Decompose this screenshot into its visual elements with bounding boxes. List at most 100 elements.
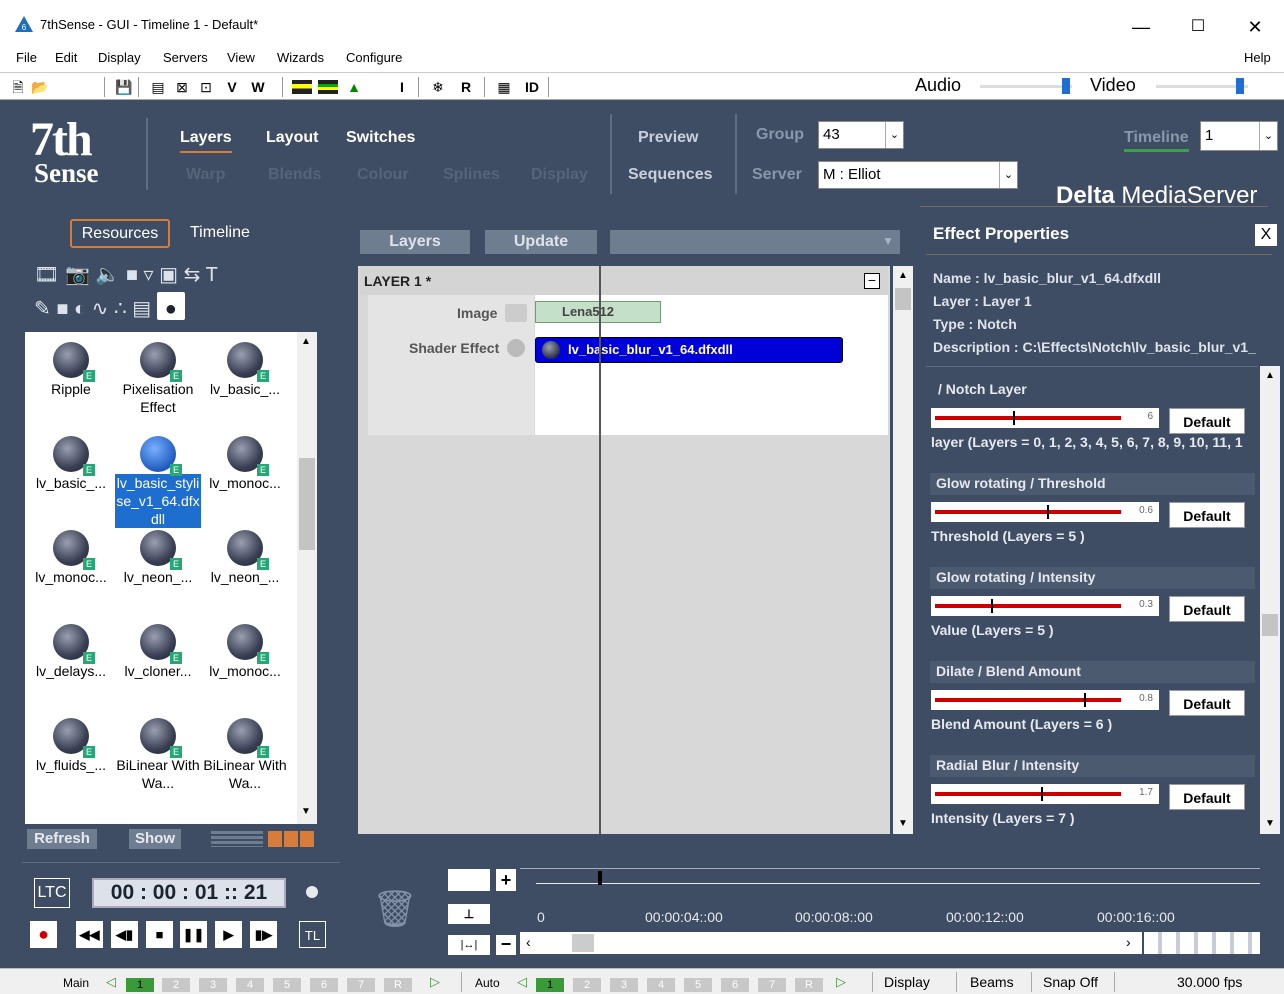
- main-page-4[interactable]: 4: [236, 978, 264, 992]
- resource-item[interactable]: lv_delays...: [28, 624, 114, 680]
- close-button[interactable]: ✕: [1232, 10, 1278, 44]
- menu-help[interactable]: Help: [1244, 50, 1271, 65]
- slider-thumb[interactable]: [1046, 505, 1049, 519]
- video-slider-thumb[interactable]: [1236, 78, 1244, 94]
- layer-select[interactable]: ▼: [610, 230, 900, 254]
- scroll-up-icon[interactable]: ▲: [898, 270, 908, 281]
- menu-file[interactable]: File: [16, 50, 37, 65]
- scroll-thumb[interactable]: [1262, 614, 1278, 636]
- camera-icon[interactable]: 📷: [65, 264, 90, 286]
- show-button[interactable]: Show: [129, 829, 181, 849]
- w-button[interactable]: W: [246, 77, 270, 97]
- main-page-7[interactable]: 7: [347, 978, 375, 992]
- main-page-1[interactable]: 1: [126, 978, 154, 992]
- close-panel-button[interactable]: X: [1255, 224, 1277, 246]
- table-icon[interactable]: ▦: [494, 77, 514, 97]
- group-select[interactable]: 43 ⌄: [818, 121, 904, 149]
- server-select[interactable]: M : Elliot ⌄: [818, 161, 1018, 189]
- resource-item[interactable]: lv_cloner...: [115, 624, 201, 680]
- scroll-up-icon[interactable]: ▲: [1265, 370, 1275, 381]
- slider-dilate-blend[interactable]: 0.8: [931, 690, 1159, 710]
- scroll-down-icon[interactable]: ▼: [1265, 818, 1275, 829]
- grid-icon[interactable]: ⊡: [196, 77, 216, 97]
- update-button[interactable]: Update: [485, 230, 597, 254]
- main-page-5[interactable]: 5: [273, 978, 301, 992]
- shape-icon[interactable]: ▿: [144, 264, 154, 286]
- resource-scrollbar[interactable]: ▲ ▼: [297, 332, 317, 824]
- list-view-icon[interactable]: [211, 831, 263, 847]
- scroll-thumb[interactable]: [572, 934, 594, 952]
- rewind-button[interactable]: ◀◀: [76, 921, 103, 948]
- auto-page-3[interactable]: 3: [610, 978, 638, 992]
- nav-colour[interactable]: Colour: [357, 166, 409, 184]
- resource-item[interactable]: lv_neon_...: [202, 530, 288, 586]
- square-icon[interactable]: ■: [56, 298, 68, 320]
- ltc-button[interactable]: LTC: [34, 878, 70, 908]
- snap-toggle[interactable]: Snap Off: [1043, 974, 1098, 990]
- levels-icon[interactable]: [292, 80, 312, 94]
- timeline-hscrollbar[interactable]: ‹ ›: [520, 932, 1142, 954]
- default-button[interactable]: Default: [1169, 784, 1245, 810]
- scroll-down-icon[interactable]: ▼: [301, 806, 311, 817]
- default-button[interactable]: Default: [1169, 690, 1245, 716]
- r-button[interactable]: R: [456, 77, 476, 97]
- beams-button[interactable]: Beams: [970, 974, 1014, 990]
- timeline-select[interactable]: 1 ⌄: [1200, 121, 1278, 151]
- slider-thumb[interactable]: [1013, 411, 1016, 425]
- menu-edit[interactable]: Edit: [55, 50, 77, 65]
- image-value[interactable]: Lena512: [535, 301, 661, 323]
- prev-page-icon[interactable]: ◁: [517, 974, 527, 990]
- v-button[interactable]: V: [222, 77, 242, 97]
- marker-icon[interactable]: ⊥: [448, 904, 490, 924]
- color-bars-icon[interactable]: [318, 80, 338, 94]
- default-button[interactable]: Default: [1169, 596, 1245, 622]
- scroll-down-icon[interactable]: ▼: [898, 818, 908, 829]
- histogram-icon[interactable]: ▲: [344, 77, 364, 97]
- nav-splines[interactable]: Splines: [443, 166, 500, 184]
- contrast-icon[interactable]: ◐: [74, 298, 86, 320]
- nav-preview[interactable]: Preview: [638, 129, 698, 147]
- play-button[interactable]: ▶: [215, 921, 242, 948]
- nav-switches[interactable]: Switches: [346, 129, 415, 147]
- menu-wizards[interactable]: Wizards: [277, 50, 324, 65]
- nav-display[interactable]: Display: [531, 166, 588, 184]
- auto-page-r[interactable]: R: [795, 978, 823, 992]
- properties-scrollbar[interactable]: ▲ ▼: [1260, 366, 1280, 834]
- grid-view-icon[interactable]: [268, 831, 316, 847]
- resource-item[interactable]: Pixelisation Effect: [115, 342, 201, 416]
- new-file-icon[interactable]: 🗎: [8, 77, 28, 97]
- resource-item[interactable]: lv_monoc...: [202, 624, 288, 680]
- resource-item[interactable]: BiLinear With Wa...: [115, 718, 201, 792]
- minimize-button[interactable]: —: [1118, 10, 1164, 44]
- auto-page-7[interactable]: 7: [758, 978, 786, 992]
- video-slider[interactable]: [1156, 78, 1248, 94]
- layers-button[interactable]: Layers: [360, 230, 470, 254]
- gradient-icon[interactable]: ■: [126, 264, 138, 286]
- text-icon[interactable]: T: [206, 264, 218, 286]
- auto-page-2[interactable]: 2: [573, 978, 601, 992]
- slider-glow-intensity[interactable]: 0.3: [931, 596, 1159, 616]
- resource-item[interactable]: lv_basic_...: [202, 342, 288, 398]
- nav-sequences[interactable]: Sequences: [628, 166, 712, 184]
- default-button[interactable]: Default: [1169, 502, 1245, 528]
- audio-slider[interactable]: [980, 78, 1072, 94]
- display-button[interactable]: Display: [884, 974, 930, 990]
- scroll-right-icon[interactable]: ›: [1126, 934, 1131, 950]
- trash-icon[interactable]: 🗑: [372, 888, 418, 930]
- shader-effect-value[interactable]: lv_basic_blur_v1_64.dfxdll: [535, 337, 843, 363]
- nav-warp[interactable]: Warp: [186, 166, 225, 184]
- menu-servers[interactable]: Servers: [163, 50, 208, 65]
- slider-radial-blur[interactable]: 1.7: [931, 784, 1159, 804]
- snowflake-icon[interactable]: ❄: [428, 77, 448, 97]
- menu-view[interactable]: View: [227, 50, 255, 65]
- prev-page-icon[interactable]: ◁: [106, 974, 116, 990]
- save-icon[interactable]: 💾: [114, 77, 134, 97]
- resource-item[interactable]: lv_monoc...: [28, 530, 114, 586]
- main-page-2[interactable]: 2: [162, 978, 190, 992]
- add-track-icon[interactable]: +: [496, 869, 516, 891]
- nav-layers[interactable]: Layers: [180, 129, 232, 153]
- resource-item-selected[interactable]: lv_basic_stylise_v1_64.dfxdll: [115, 436, 201, 528]
- window-icon[interactable]: ⊠: [172, 77, 192, 97]
- menu-configure[interactable]: Configure: [346, 50, 402, 65]
- open-folder-icon[interactable]: 📂: [30, 77, 50, 97]
